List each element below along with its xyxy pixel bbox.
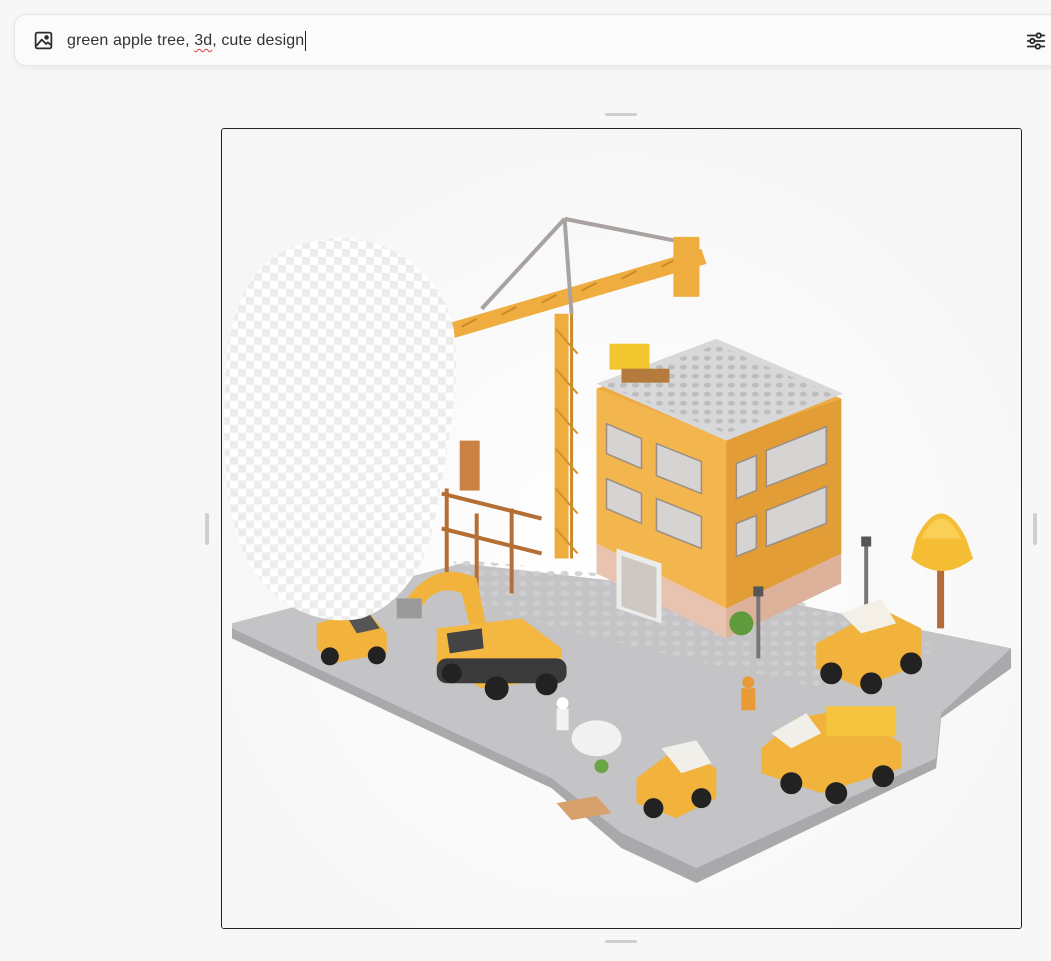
resize-handle-top[interactable]	[605, 113, 637, 116]
generated-image	[222, 129, 1021, 928]
prompt-bar: green apple tree, 3d , cute design	[14, 14, 1051, 66]
building	[596, 338, 844, 639]
prompt-text-start: green apple tree,	[67, 32, 195, 49]
prompt-text-end: , cute design	[212, 32, 305, 49]
prompt-input[interactable]: green apple tree, 3d , cute design	[67, 29, 307, 53]
bush	[729, 611, 754, 636]
image-icon[interactable]	[33, 30, 54, 51]
resize-handle-right[interactable]	[1033, 513, 1037, 545]
prompt-misspelled-word: 3d	[194, 32, 213, 49]
resize-handle-left[interactable]	[205, 513, 209, 545]
text-caret	[305, 31, 307, 51]
sliders-settings-icon[interactable]	[1025, 30, 1047, 52]
image-canvas[interactable]	[221, 128, 1022, 929]
resize-handle-bottom[interactable]	[605, 940, 637, 943]
